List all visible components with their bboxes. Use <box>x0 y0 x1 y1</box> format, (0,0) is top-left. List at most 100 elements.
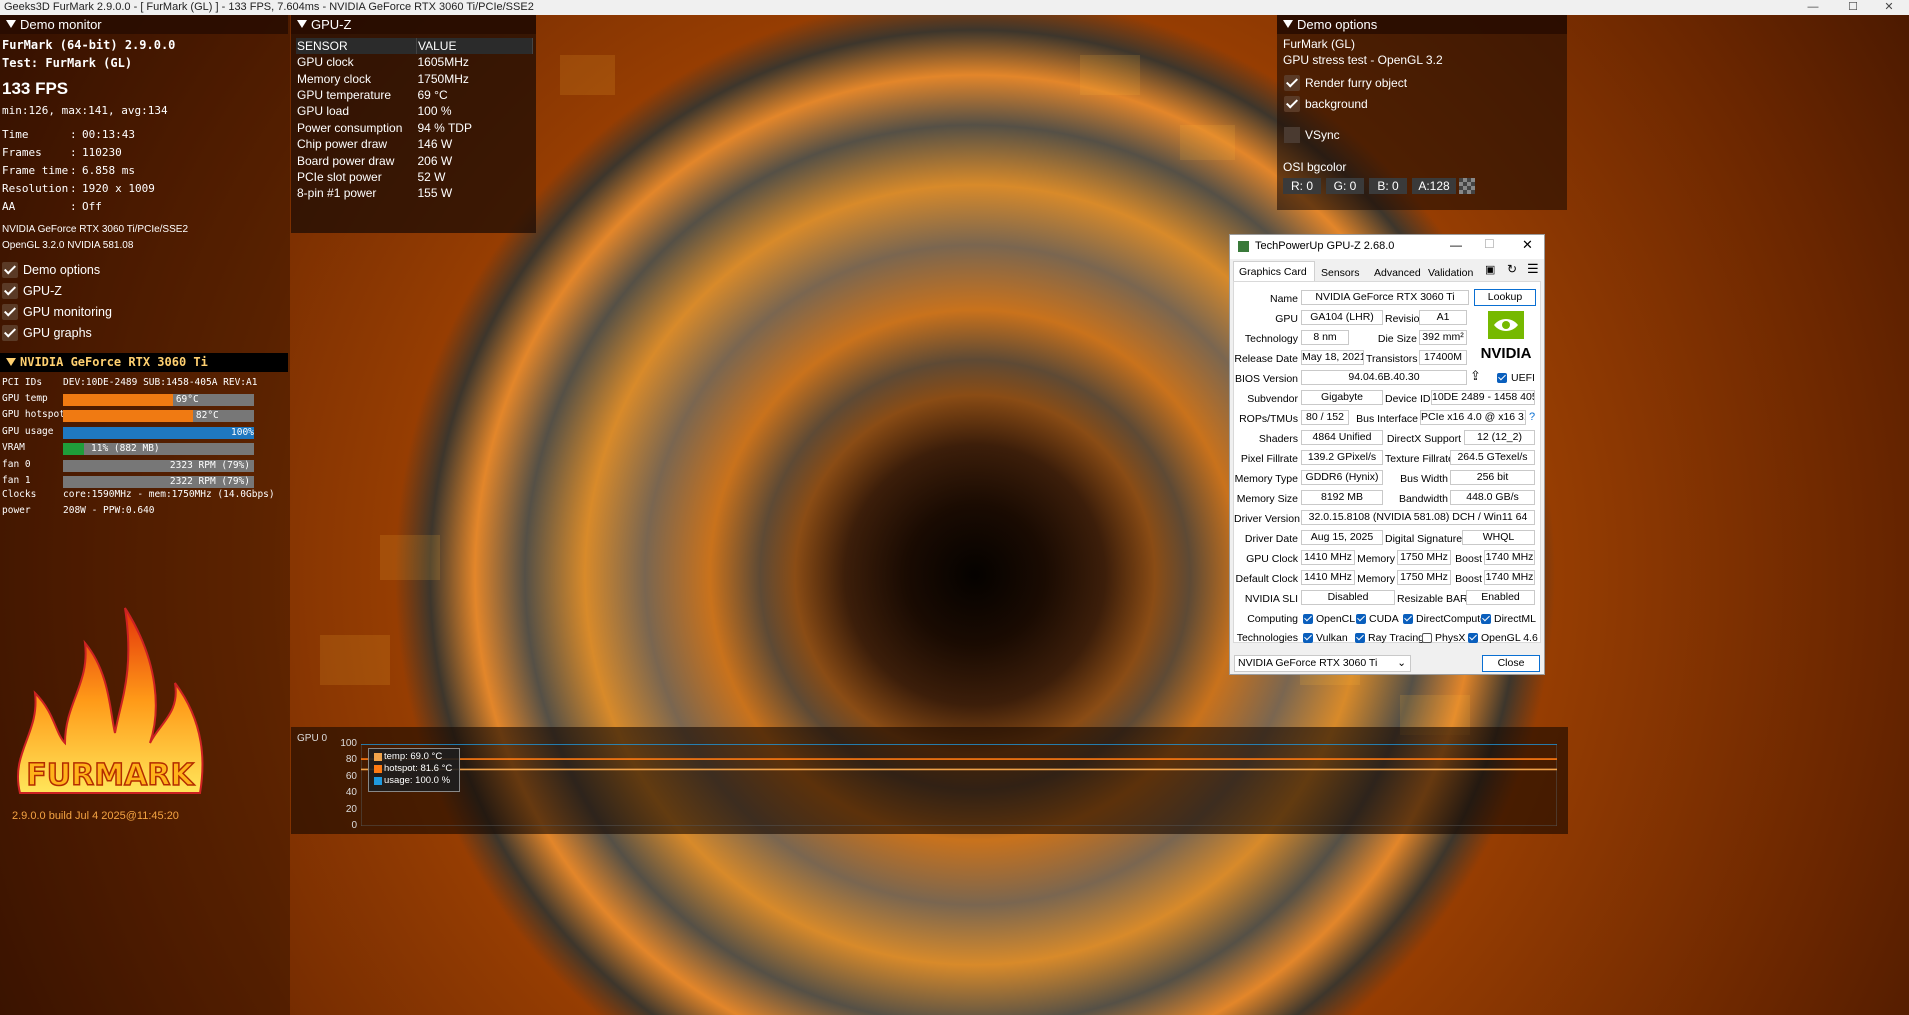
graph-title: GPU 0 <box>297 733 328 744</box>
legend-temp: temp: 69.0 °C <box>384 751 443 762</box>
digital-signature-label: Digital Signature <box>1385 533 1463 545</box>
revision-label: Revision <box>1385 313 1426 325</box>
lookup-button[interactable]: Lookup <box>1474 289 1536 306</box>
default-memory-label: Memory <box>1357 573 1395 585</box>
die-size-label: Die Size <box>1377 333 1417 345</box>
bar-text: 82°C <box>195 410 219 422</box>
resizable-bar-field: Enabled <box>1466 590 1535 605</box>
bus-interface-field: PCIe x16 4.0 @ x16 3.0 <box>1420 410 1526 425</box>
cuda-label: CUDA <box>1369 613 1399 625</box>
memory-clock-field: 1750 MHz <box>1397 550 1451 565</box>
bar-track: 11% (882 MB) <box>63 443 254 456</box>
collapse-triangle-icon <box>297 20 307 28</box>
graph-legend: temp: 69.0 °C hotspot: 81.6 °C usage: 10… <box>368 748 460 792</box>
hotspot-swatch <box>374 765 382 773</box>
sensor-row: Chip power draw 146 W <box>296 136 533 152</box>
die-size-field: 392 mm² <box>1419 330 1467 345</box>
bar-text: 11% (882 MB) <box>91 443 160 455</box>
fps-stats: min:126, max:141, avg:134 <box>2 104 168 117</box>
collapse-triangle-icon <box>6 358 16 366</box>
memory-size-label: Memory Size <box>1236 493 1298 505</box>
vulkan-label: Vulkan <box>1316 632 1348 644</box>
digital-signature-field: WHQL <box>1462 530 1535 545</box>
camera-icon[interactable]: ▣ <box>1485 263 1495 276</box>
revision-field: A1 <box>1419 310 1467 325</box>
bus-help-icon[interactable]: ? <box>1529 411 1535 423</box>
y-tick-label: 0 <box>351 820 357 831</box>
bar-label: GPU usage <box>2 425 54 437</box>
bar-fill <box>63 443 84 456</box>
demo-name: FurMark (GL) <box>1283 37 1355 51</box>
stat-value: 110230 <box>82 146 122 159</box>
device-id-label: Device ID <box>1385 393 1431 405</box>
title-bar: Geeks3D FurMark 2.9.0.0 - [ FurMark (GL)… <box>0 0 1909 16</box>
texture-fillrate-label: Texture Fillrate <box>1385 453 1454 465</box>
tab-graphics-card[interactable]: Graphics Card <box>1239 266 1307 278</box>
sensor-name: GPU clock <box>297 55 354 70</box>
bar-label: fan 1 <box>2 475 31 486</box>
gpu-select-dropdown[interactable]: NVIDIA GeForce RTX 3060 Ti ⌄ <box>1234 655 1411 672</box>
opencl-label: OpenCL <box>1316 613 1356 625</box>
color-preview-swatch[interactable] <box>1459 178 1475 194</box>
gpuz-titlebar: TechPowerUp GPU-Z 2.68.0 — ☐ ✕ <box>1230 235 1544 259</box>
maximize-icon[interactable]: ☐ <box>1484 237 1495 251</box>
chevron-down-icon: ⌄ <box>1397 657 1406 669</box>
gpuz-checkbox[interactable] <box>2 283 18 299</box>
bus-interface-label: Bus Interface <box>1356 413 1418 425</box>
stat-label: Frame time <box>2 164 69 177</box>
tab-advanced[interactable]: Advanced <box>1374 267 1421 279</box>
rops-tmus-label: ROPs/TMUs <box>1239 413 1298 425</box>
stat-label: Frames <box>2 146 42 159</box>
share-icon[interactable]: ⇪ <box>1470 368 1481 384</box>
menu-icon[interactable]: ☰ <box>1527 261 1539 277</box>
alpha-channel-input[interactable]: A:128 <box>1412 178 1456 194</box>
tab-validation[interactable]: Validation <box>1428 267 1473 279</box>
red-channel-input[interactable]: R: 0 <box>1283 178 1321 194</box>
gpu-field: GA104 (LHR) <box>1301 310 1383 325</box>
stat-separator: : <box>70 146 77 159</box>
sensor-value: 69 °C <box>417 87 448 102</box>
gpuz-overlay-header[interactable]: GPU-Z <box>291 15 536 34</box>
directcompute-label: DirectCompute <box>1416 613 1487 625</box>
demo-options-header[interactable]: Demo options <box>1277 15 1567 34</box>
minimize-icon[interactable]: — <box>1450 238 1462 252</box>
driver-version-field: 32.0.15.8108 (NVIDIA 581.08) DCH / Win11… <box>1301 510 1535 525</box>
sensor-name: PCIe slot power <box>297 169 382 184</box>
maximize-icon[interactable]: ☐ <box>1833 0 1873 15</box>
bandwidth-label: Bandwidth <box>1398 493 1448 505</box>
gpu-graphs-checkbox[interactable] <box>2 325 18 341</box>
gpuz-label: GPU-Z <box>23 284 62 298</box>
directx-support-label: DirectX Support <box>1386 433 1461 445</box>
name-label: Name <box>1269 293 1298 305</box>
blue-channel-input[interactable]: B: 0 <box>1369 178 1407 194</box>
close-button[interactable]: Close <box>1482 655 1540 672</box>
background-checkbox[interactable] <box>1284 96 1300 112</box>
tab-sensors[interactable]: Sensors <box>1321 267 1360 279</box>
bus-width-field: 256 bit <box>1450 470 1535 485</box>
uefi-checkbox[interactable] <box>1497 373 1507 383</box>
name-field: NVIDIA GeForce RTX 3060 Ti <box>1301 290 1469 305</box>
close-icon[interactable]: ✕ <box>1869 0 1909 15</box>
technology-field: 8 nm <box>1301 330 1349 345</box>
directcompute-checkbox <box>1403 614 1413 624</box>
render-furry-checkbox[interactable] <box>1284 75 1300 91</box>
texture-fillrate-field: 264.5 GTexel/s <box>1450 450 1535 465</box>
bar-text: 69°C <box>175 394 199 405</box>
sensor-row: Board power draw 206 W <box>296 152 533 168</box>
minimize-icon[interactable]: — <box>1793 0 1833 15</box>
green-channel-input[interactable]: G: 0 <box>1326 178 1364 194</box>
memory-type-label: Memory Type <box>1234 473 1298 485</box>
gpu-monitoring-checkbox[interactable] <box>2 304 18 320</box>
refresh-icon[interactable]: ↻ <box>1507 262 1517 276</box>
collapse-triangle-icon <box>1283 20 1293 28</box>
demo-monitor-header[interactable]: Demo monitor <box>0 15 288 34</box>
sensor-name: Memory clock <box>297 71 372 86</box>
demo-options-checkbox[interactable] <box>2 262 18 278</box>
legend-hotspot: hotspot: 81.6 °C <box>384 763 453 774</box>
test-name: Test: FurMark (GL) <box>2 56 133 70</box>
close-icon[interactable]: ✕ <box>1522 237 1533 253</box>
window-title: Geeks3D FurMark 2.9.0.0 - [ FurMark (GL)… <box>4 1 534 13</box>
vsync-checkbox[interactable] <box>1284 127 1300 143</box>
power-value: 208W - PPW:0.640 <box>63 505 155 516</box>
gpu-section-header[interactable]: NVIDIA GeForce RTX 3060 Ti <box>0 353 288 372</box>
